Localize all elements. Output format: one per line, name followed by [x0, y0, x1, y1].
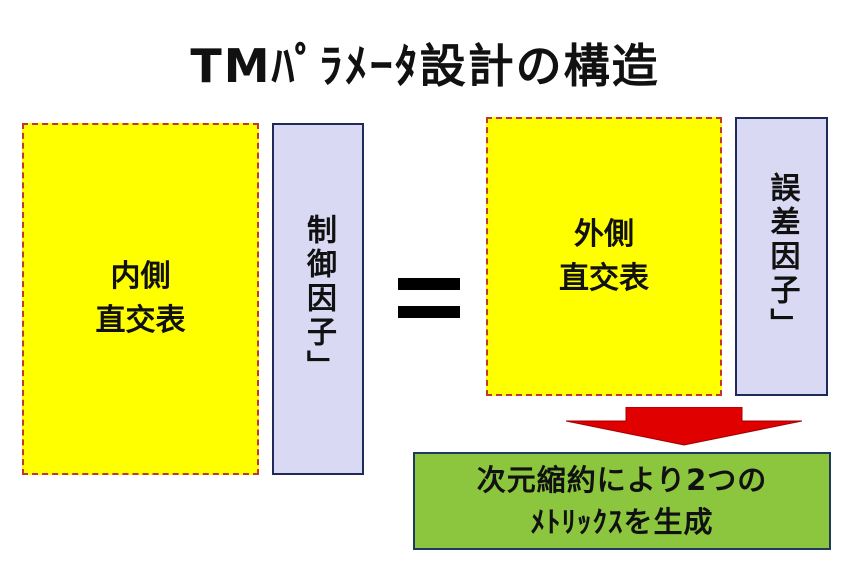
equals-sign — [398, 276, 460, 322]
result-line-1: 次元縮約により2つの — [476, 463, 768, 497]
diagram-title: TMﾊﾟﾗﾒｰﾀ設計の構造 — [190, 39, 660, 93]
down-arrow-icon — [566, 407, 802, 446]
result-line-2: ﾒﾄﾘｯｸｽを生成 — [530, 505, 714, 539]
down-arrow-shape — [566, 407, 802, 446]
control-factors-label: 制御因子」 — [301, 214, 336, 384]
equals-bar-top — [398, 278, 460, 290]
control-factors-box: 制御因子」 — [272, 123, 364, 475]
equals-bar-bottom — [398, 306, 460, 318]
result-box: 次元縮約により2つの ﾒﾄﾘｯｸｽを生成 — [413, 452, 831, 550]
error-factors-label: 誤差因子」 — [764, 171, 800, 342]
outer-orthogonal-array-box: 外側 直交表 — [486, 117, 722, 396]
error-factors-box: 誤差因子」 — [735, 117, 828, 396]
inner-orthogonal-array-label: 内側 直交表 — [95, 259, 186, 338]
outer-orthogonal-array-label: 外側 直交表 — [559, 216, 649, 296]
inner-orthogonal-array-box: 内側 直交表 — [22, 123, 259, 475]
